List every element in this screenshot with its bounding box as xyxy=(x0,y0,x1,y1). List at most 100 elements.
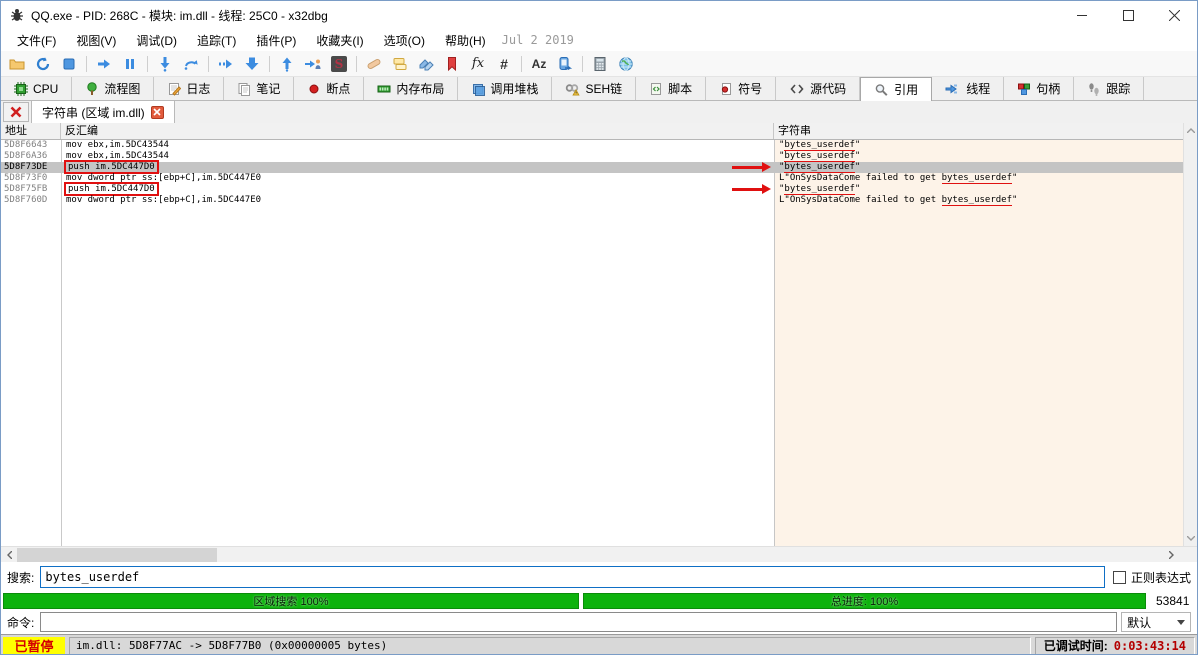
close-x-icon xyxy=(153,108,161,116)
attach-button[interactable] xyxy=(553,53,577,75)
run-button[interactable] xyxy=(92,53,116,75)
pause-button[interactable] xyxy=(118,53,142,75)
tab-call-stack[interactable]: 调用堆栈 xyxy=(458,77,552,100)
patches-button[interactable] xyxy=(362,53,386,75)
globe-icon xyxy=(618,56,634,72)
profile-dropdown[interactable]: 默认 xyxy=(1121,612,1191,632)
red-annotation-box: push im.5DC447D0 xyxy=(66,162,157,172)
horizontal-scrollbar[interactable] xyxy=(1,546,1197,562)
row-address: 5D8F6A36 xyxy=(1,151,61,162)
step-over-button[interactable] xyxy=(179,53,203,75)
close-button[interactable] xyxy=(1151,1,1197,29)
calculator-button[interactable] xyxy=(588,53,612,75)
menu-favourites[interactable]: 收藏夹(I) xyxy=(306,30,373,51)
menu-view[interactable]: 视图(V) xyxy=(66,30,126,51)
vertical-scrollbar[interactable] xyxy=(1183,123,1197,546)
hash-button[interactable]: # xyxy=(492,53,516,75)
profile-value: 默认 xyxy=(1127,614,1151,631)
table-row[interactable]: 5D8F73DEpush im.5DC447D0"bytes_userdef" xyxy=(1,162,1185,173)
regex-label: 正则表达式 xyxy=(1131,569,1191,586)
tab-graph[interactable]: 流程图 xyxy=(72,77,154,100)
menu-file[interactable]: 文件(F) xyxy=(7,30,66,51)
scroll-left-icon[interactable] xyxy=(1,547,17,563)
scroll-right-icon[interactable] xyxy=(1163,547,1179,563)
statusbar: 已暂停 im.dll: 5D8F77AC -> 5D8F77B0 (0x0000… xyxy=(1,634,1197,655)
tab-trace[interactable]: 跟踪 xyxy=(1074,77,1144,100)
restart-button[interactable] xyxy=(31,53,55,75)
total-progressbar: 总进度: 100% xyxy=(583,593,1146,609)
step-into-button[interactable] xyxy=(153,53,177,75)
maximize-button[interactable] xyxy=(1105,1,1151,29)
row-string: "bytes_userdef" xyxy=(774,151,1185,162)
tab-notes[interactable]: 笔记 xyxy=(224,77,294,100)
breakpoint-dot-icon xyxy=(307,82,321,96)
hash-icon: # xyxy=(500,56,508,72)
stop-button[interactable] xyxy=(57,53,81,75)
table-row[interactable]: 5D8F760Dmov dword ptr ss:[ebp+C],im.5DC4… xyxy=(1,195,1185,206)
tab-script[interactable]: 脚本 xyxy=(636,77,706,100)
menu-help[interactable]: 帮助(H) xyxy=(435,30,496,51)
row-disassembly: mov ebx,im.5DC43544 xyxy=(61,151,774,162)
run-to-user-code-button[interactable] xyxy=(301,53,325,75)
result-count: 53841 xyxy=(1156,594,1189,608)
step-over-icon xyxy=(183,56,199,72)
close-all-tabs-button[interactable] xyxy=(3,102,29,122)
subtab-strings[interactable]: 字符串 (区域 im.dll) xyxy=(31,101,175,123)
column-header-string[interactable]: 字符串 xyxy=(774,123,1185,139)
red-annotation-arrow-icon xyxy=(732,166,762,169)
tab-memory-map[interactable]: 内存布局 xyxy=(364,77,458,100)
tab-breakpoints[interactable]: 断点 xyxy=(294,77,364,100)
row-address: 5D8F6643 xyxy=(1,140,61,151)
scroll-down-icon[interactable] xyxy=(1184,531,1197,546)
window-title: QQ.exe - PID: 268C - 模块: im.dll - 线程: 25… xyxy=(31,7,1059,24)
scrollbar-thumb[interactable] xyxy=(17,548,217,562)
tab-label: 句柄 xyxy=(1036,80,1060,97)
tab-seh[interactable]: SEH链 xyxy=(552,77,636,100)
functions-button[interactable]: fx xyxy=(466,53,490,75)
command-input[interactable] xyxy=(40,612,1117,632)
run-arrow-icon xyxy=(96,56,112,72)
tab-threads[interactable]: 线程 xyxy=(932,77,1004,100)
column-header-address[interactable]: 地址 xyxy=(1,123,61,139)
menu-trace[interactable]: 追踪(T) xyxy=(187,30,246,51)
execute-till-return-button[interactable] xyxy=(240,53,264,75)
s-badge-icon: S xyxy=(331,56,347,72)
row-disassembly: push im.5DC447D0 xyxy=(61,184,774,195)
column-header-disassembly[interactable]: 反汇编 xyxy=(61,123,774,139)
animate-button[interactable]: S xyxy=(327,53,351,75)
trace-into-button[interactable] xyxy=(214,53,238,75)
search-match-highlight: bytes_userdef xyxy=(942,173,1012,184)
menu-debug[interactable]: 调试(D) xyxy=(126,30,187,51)
preferences-button[interactable] xyxy=(614,53,638,75)
table-row[interactable]: 5D8F75FBpush im.5DC447D0"bytes_userdef" xyxy=(1,184,1185,195)
case-button[interactable]: Az xyxy=(527,53,551,75)
scroll-up-icon[interactable] xyxy=(1184,123,1197,138)
calculator-icon xyxy=(592,56,608,72)
debug-time-panel: 已调试时间: 0:03:43:14 xyxy=(1035,637,1195,655)
bookmarks-button[interactable] xyxy=(440,53,464,75)
open-file-button[interactable] xyxy=(5,53,29,75)
table-header: 地址 反汇编 字符串 xyxy=(1,123,1185,140)
search-input[interactable] xyxy=(40,566,1105,588)
table-row[interactable]: 5D8F73F0mov dword ptr ss:[ebp+C],im.5DC4… xyxy=(1,173,1185,184)
handles-blocks-icon xyxy=(1017,82,1031,96)
tab-log[interactable]: 日志 xyxy=(154,77,224,100)
tab-source[interactable]: 源代码 xyxy=(776,77,860,100)
tab-handles[interactable]: 句柄 xyxy=(1004,77,1074,100)
tab-label: 内存布局 xyxy=(396,80,444,97)
regex-checkbox[interactable] xyxy=(1113,571,1126,584)
subtab-close-button[interactable] xyxy=(151,106,164,119)
comments-button[interactable] xyxy=(388,53,412,75)
tab-symbols[interactable]: 符号 xyxy=(706,77,776,100)
labels-button[interactable] xyxy=(414,53,438,75)
step-out-button[interactable] xyxy=(275,53,299,75)
open-folder-icon xyxy=(9,56,25,72)
minimize-button[interactable] xyxy=(1059,1,1105,29)
menu-plugins[interactable]: 插件(P) xyxy=(246,30,306,51)
tab-references[interactable]: 引用 xyxy=(860,77,932,101)
tab-cpu[interactable]: CPU xyxy=(1,77,72,100)
menu-options[interactable]: 选项(O) xyxy=(374,30,435,51)
table-row[interactable]: 5D8F6643mov ebx,im.5DC43544"bytes_userde… xyxy=(1,140,1185,151)
search-row: 搜索: 正则表达式 xyxy=(1,562,1197,592)
table-row[interactable]: 5D8F6A36mov ebx,im.5DC43544"bytes_userde… xyxy=(1,151,1185,162)
